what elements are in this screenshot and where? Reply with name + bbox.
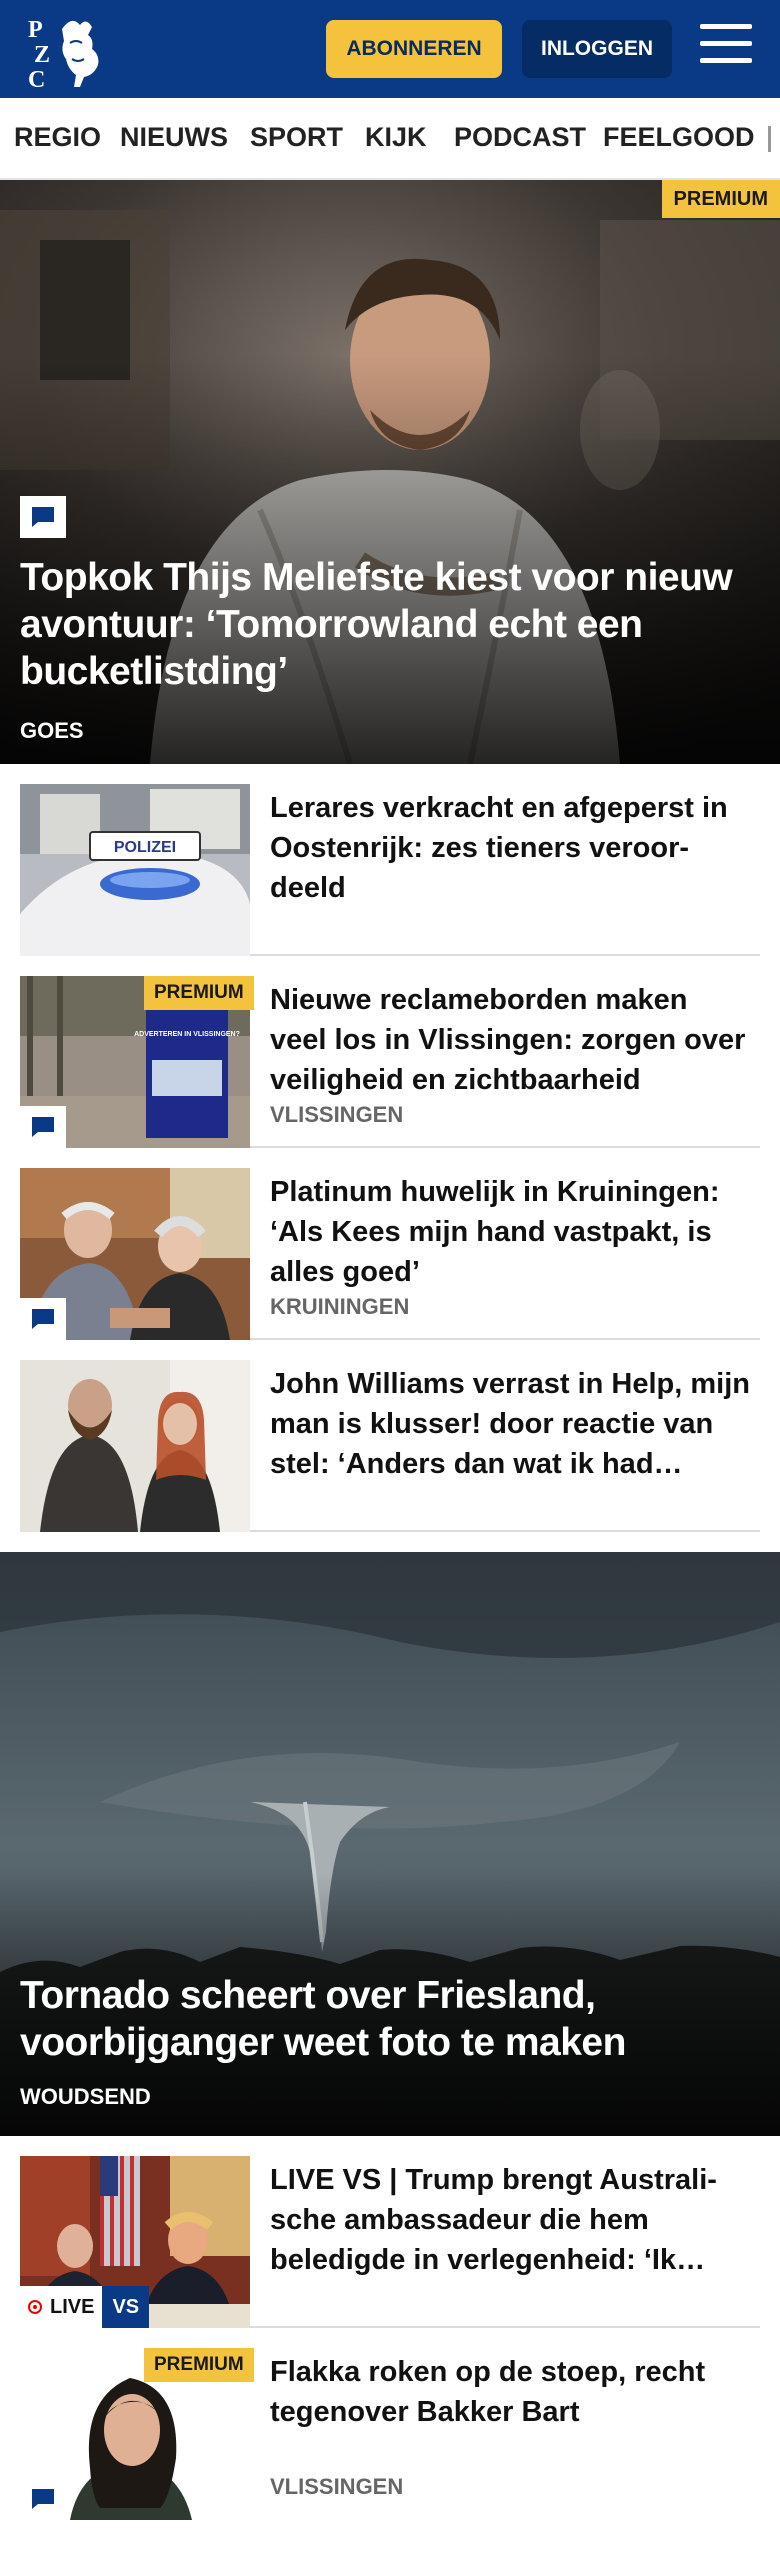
article-thumbnail-klusser bbox=[20, 1360, 250, 1532]
hero-location: WOUDSEND bbox=[20, 2084, 151, 2109]
live-text: LIVE bbox=[50, 2295, 95, 2318]
article-location: KRUININGEN bbox=[270, 1294, 410, 1319]
section-nav: REGIO NIEUWS SPORT KIJK PODCAST FEELGOOD bbox=[0, 98, 780, 180]
article-title: Lerares verkracht en afgeperst in Oosten… bbox=[270, 792, 728, 904]
comment-icon bbox=[20, 2478, 66, 2520]
live-badge: LIVE VS bbox=[20, 2286, 150, 2328]
article-title: John Williams verrast in Help, mijn man … bbox=[270, 1368, 750, 1480]
hero-article-topkok[interactable]: PREMIUM Topkok Thijs Meliefste kiest voo… bbox=[0, 180, 780, 764]
nav-overflow-indicator bbox=[768, 126, 771, 152]
hero-article-tornado[interactable]: Tornado scheert over Friesland, voorbijg… bbox=[0, 1552, 780, 2136]
hero-title: Tornado scheert over Friesland, voorbijg… bbox=[20, 1974, 626, 2064]
list-item[interactable]: POLIZEI Lerares verkracht en afgeperst i… bbox=[20, 764, 760, 956]
site-header: P Z C ABONNEREN INLOGGEN bbox=[0, 0, 780, 98]
pzc-logo[interactable]: P Z C bbox=[26, 13, 112, 89]
comment-icon bbox=[20, 496, 66, 538]
nav-item-podcast[interactable]: PODCAST bbox=[454, 122, 586, 153]
article-location: VLISSINGEN bbox=[270, 1102, 404, 1127]
svg-text:C: C bbox=[28, 67, 45, 89]
article-title: LIVE VS | Trump brengt Australi­sche amb… bbox=[270, 2164, 717, 2276]
hero-title: Topkok Thijs Meliefste kiest voor nieuw … bbox=[20, 556, 733, 693]
article-location: VLISSINGEN bbox=[270, 2474, 404, 2499]
hamburger-menu-icon[interactable] bbox=[700, 24, 752, 72]
live-label: LIVE bbox=[20, 2286, 103, 2328]
login-button[interactable]: INLOGGEN bbox=[522, 20, 672, 78]
premium-badge: PREMIUM bbox=[144, 976, 254, 1010]
premium-badge: PREMIUM bbox=[661, 180, 780, 218]
vs-label: VS bbox=[102, 2286, 150, 2328]
nav-item-regio[interactable]: REGIO bbox=[14, 122, 101, 153]
live-dot-icon bbox=[28, 2300, 42, 2314]
premium-badge: PREMIUM bbox=[144, 2348, 254, 2382]
svg-text:P: P bbox=[28, 17, 43, 43]
list-item[interactable]: PREMIUM Flakka roken op de stoep, recht … bbox=[20, 2328, 760, 2520]
billboard-text: ADVERTEREN IN VLISSINGEN? bbox=[134, 1031, 240, 1038]
list-item[interactable]: Platinum huwelijk in Kruiningen: ‘Als Ke… bbox=[20, 1148, 760, 1340]
list-item[interactable]: LIVE VS LIVE VS | Trump brengt Australi­… bbox=[20, 2136, 760, 2328]
list-item[interactable]: ADVERTEREN IN VLISSINGEN? PREMIUM Nieuwe… bbox=[20, 956, 760, 1148]
comment-icon bbox=[20, 1106, 66, 1148]
comment-icon bbox=[20, 1298, 66, 1340]
subscribe-button[interactable]: ABONNEREN bbox=[326, 20, 502, 78]
nav-item-nieuws[interactable]: NIEUWS bbox=[120, 122, 228, 153]
article-title: Nieuwe reclameborden maken veel los in V… bbox=[270, 984, 746, 1096]
article-title: Flakka roken op de stoep, recht tegenove… bbox=[270, 2356, 706, 2428]
hero-location: GOES bbox=[20, 718, 84, 743]
svg-text:Z: Z bbox=[34, 42, 50, 68]
article-title: Platinum huwelijk in Kruiningen: ‘Als Ke… bbox=[270, 1176, 720, 1288]
article-thumbnail-police: POLIZEI bbox=[20, 784, 250, 956]
police-sign-text: POLIZEI bbox=[114, 839, 176, 856]
nav-item-sport[interactable]: SPORT bbox=[250, 122, 343, 153]
list-item[interactable]: John Williams verrast in Help, mijn man … bbox=[20, 1340, 760, 1532]
nav-item-feelgood[interactable]: FEELGOOD bbox=[603, 122, 755, 153]
nav-item-kijk[interactable]: KIJK bbox=[365, 122, 427, 153]
